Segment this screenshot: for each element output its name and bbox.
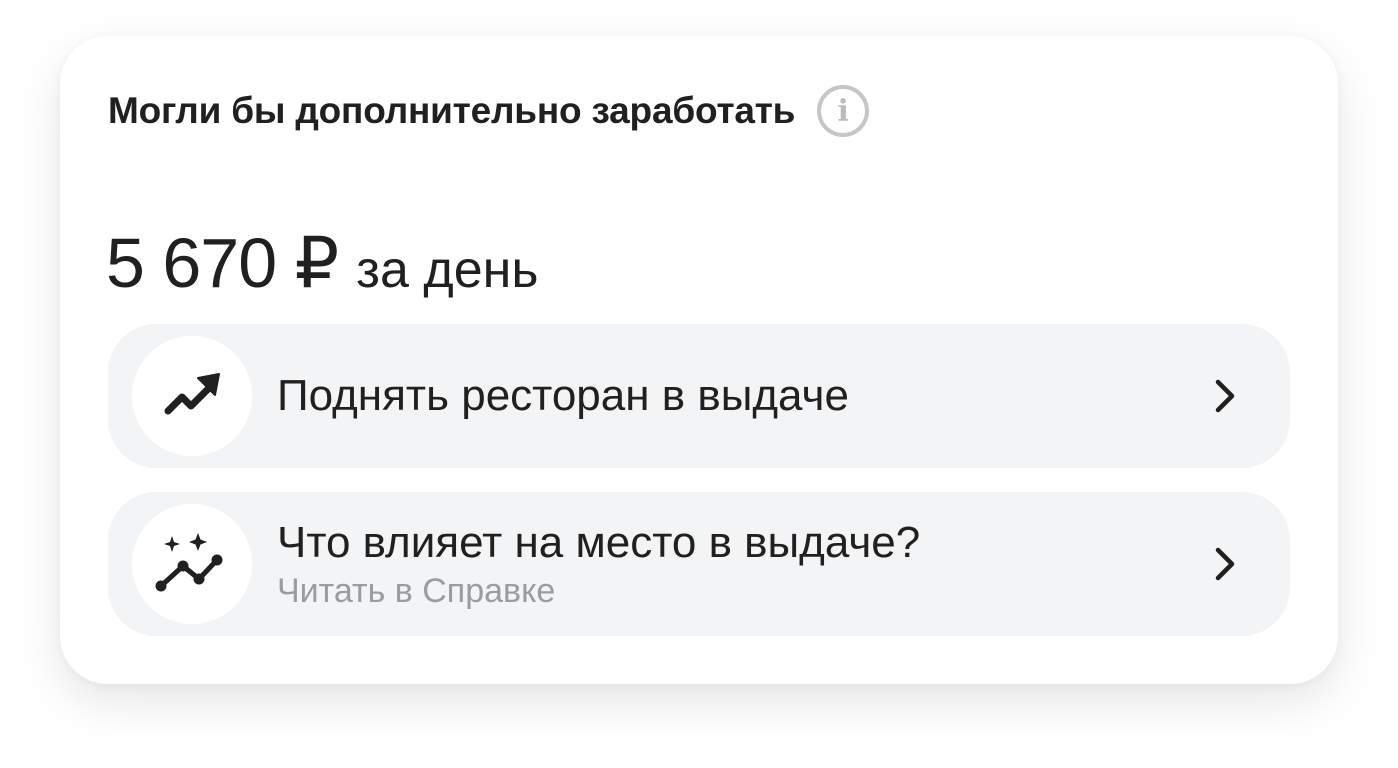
icon-circle — [132, 504, 252, 624]
amount-value: 5 670 ₽ — [106, 224, 339, 302]
row-title: Поднять ресторан в выдаче — [277, 371, 849, 420]
help-link-text[interactable]: Читать в Справке — [277, 571, 1204, 611]
row-text: Поднять ресторан в выдаче — [277, 370, 1204, 422]
row-title: Что влияет на место в выдаче? — [277, 518, 921, 567]
info-icon[interactable]: i — [817, 85, 870, 137]
ranking-help-row[interactable]: Что влияет на место в выдаче? Читать в С… — [108, 492, 1290, 636]
row-text: Что влияет на место в выдаче? Читать в С… — [277, 517, 1204, 611]
boost-restaurant-row[interactable]: Поднять ресторан в выдаче — [108, 324, 1290, 468]
trending-up-icon — [164, 373, 220, 415]
sparkle-graph-icon — [155, 533, 223, 592]
icon-circle — [132, 336, 252, 456]
chevron-right-icon — [1204, 376, 1244, 416]
amount-period: за день — [356, 241, 539, 299]
card-header: Могли бы дополнительно заработать i — [108, 82, 870, 140]
card-title: Могли бы дополнительно заработать — [108, 90, 796, 131]
chevron-right-icon — [1204, 544, 1244, 584]
earnings-card: Могли бы дополнительно заработать i 5 67… — [60, 36, 1338, 684]
earnings-amount: 5 670 ₽ за день — [106, 222, 538, 304]
